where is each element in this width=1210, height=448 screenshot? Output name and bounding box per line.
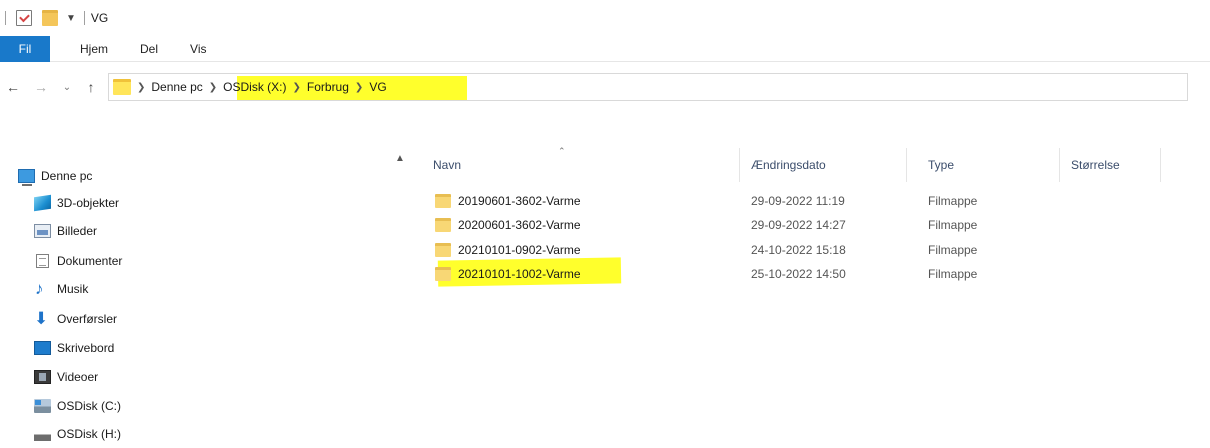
file-name: 20190601-3602-Varme <box>458 194 581 208</box>
file-type: Filmappe <box>928 218 978 232</box>
nav-item-osdisk-h[interactable]: OSDisk (H:) <box>34 422 121 446</box>
file-type: Filmappe <box>928 267 978 281</box>
nav-item-videos[interactable]: Videoer <box>34 365 98 389</box>
nav-item-documents[interactable]: Dokumenter <box>34 249 122 273</box>
column-header-type[interactable]: Type <box>920 148 1060 182</box>
folder-icon <box>435 218 451 232</box>
chevron-right-icon[interactable]: ❯ <box>137 82 145 93</box>
back-arrow-icon[interactable]: ← <box>2 79 24 95</box>
nav-item-label: OSDisk (C:) <box>57 399 121 413</box>
nav-item-label: Dokumenter <box>57 254 123 268</box>
folder-icon <box>435 194 451 208</box>
nav-item-label: Videoer <box>57 370 99 384</box>
chevron-right-icon[interactable]: ❯ <box>355 82 363 93</box>
title-bar: ▼ VG <box>0 0 1210 36</box>
tab-file[interactable]: Fil <box>0 35 50 62</box>
tab-share[interactable]: Del <box>124 36 174 62</box>
breadcrumb-osdisk-x[interactable]: OSDisk (X:) <box>223 80 286 94</box>
nav-item-desktop[interactable]: Skrivebord <box>34 336 114 360</box>
window-title: VG <box>90 11 109 25</box>
tab-home[interactable]: Hjem <box>64 36 124 62</box>
nav-item-label: Overførsler <box>57 312 117 326</box>
sort-chevron-up-icon: ⌃ <box>558 146 566 156</box>
music-icon <box>34 279 51 299</box>
tab-view[interactable]: Vis <box>174 36 222 62</box>
nav-item-pictures[interactable]: Billeder <box>34 219 97 243</box>
nav-item-osdisk-c[interactable]: OSDisk (C:) <box>34 394 121 418</box>
nav-item-label: OSDisk (H:) <box>57 427 121 441</box>
nav-item-label: Billeder <box>57 224 98 238</box>
chevron-right-icon[interactable]: ❯ <box>293 82 301 93</box>
column-header-size[interactable]: Størrelse <box>1063 148 1161 182</box>
title-separator <box>83 11 85 25</box>
column-header-date[interactable]: Ændringsdato <box>743 148 907 182</box>
breadcrumb-forbrug[interactable]: Forbrug <box>307 80 349 94</box>
breadcrumb-this-pc[interactable]: Denne pc <box>151 80 202 94</box>
nav-item-label: 3D-objekter <box>57 196 120 210</box>
3d-objects-icon <box>34 194 51 212</box>
address-bar[interactable]: ❯ Denne pc ❯ OSDisk (X:) ❯ Forbrug ❯ VG <box>108 73 1188 101</box>
table-row[interactable]: 20210101-1002-Varme 25-10-2022 14:50 Fil… <box>435 262 1210 286</box>
file-date: 24-10-2022 15:18 <box>751 243 846 257</box>
desktop-icon <box>34 341 51 355</box>
column-header-name[interactable]: Navn ⌃ <box>425 146 740 182</box>
folder-icon <box>435 243 451 257</box>
file-name: 20210101-1002-Varme <box>458 267 581 281</box>
properties-icon[interactable] <box>16 10 32 26</box>
file-type: Filmappe <box>928 243 978 257</box>
column-header-name-label: Navn <box>433 158 462 172</box>
pictures-icon <box>34 224 51 238</box>
navigation-pane: Denne pc 3D-objekter Billeder Dokumenter… <box>0 148 395 448</box>
recent-locations-chevron-icon[interactable]: ⌄ <box>56 82 78 93</box>
file-list: Navn ⌃ Ændringsdato Type Størrelse 20190… <box>410 146 1210 448</box>
file-name: 20200601-3602-Varme <box>458 218 581 232</box>
address-folder-icon <box>113 79 131 95</box>
folder-icon <box>435 267 451 281</box>
row-name-cell: 20210101-1002-Varme <box>435 267 768 281</box>
drive-h-icon <box>34 427 51 441</box>
drive-c-icon <box>34 399 51 413</box>
nav-item-label: Musik <box>57 282 89 296</box>
nav-item-this-pc[interactable]: Denne pc <box>18 164 92 188</box>
file-name: 20210101-0902-Varme <box>458 243 581 257</box>
chevron-up-icon[interactable]: ▲ <box>395 153 405 164</box>
computer-icon <box>18 169 35 186</box>
forward-arrow-icon[interactable]: → <box>30 79 52 95</box>
downloads-icon <box>34 309 51 329</box>
column-header-type-label: Type <box>928 158 955 172</box>
quick-access-separator <box>5 11 6 25</box>
file-type: Filmappe <box>928 194 978 208</box>
nav-item-3d-objects[interactable]: 3D-objekter <box>34 191 119 215</box>
chevron-right-icon[interactable]: ❯ <box>209 82 217 93</box>
table-row[interactable]: 20200601-3602-Varme 29-09-2022 14:27 Fil… <box>435 213 1210 237</box>
up-arrow-icon[interactable]: ↑ <box>80 79 102 95</box>
nav-item-downloads[interactable]: Overførsler <box>34 307 117 331</box>
new-folder-icon[interactable] <box>42 10 58 26</box>
videos-icon <box>34 370 51 384</box>
column-header-date-label: Ændringsdato <box>751 158 826 172</box>
nav-item-music[interactable]: Musik <box>34 277 88 301</box>
column-header-size-label: Størrelse <box>1071 158 1120 172</box>
file-date: 29-09-2022 14:27 <box>751 218 846 232</box>
nav-item-label: Skrivebord <box>57 341 115 355</box>
ribbon-tabs: Fil Hjem Del Vis <box>0 35 1210 62</box>
breadcrumb: ❯ Denne pc ❯ OSDisk (X:) ❯ Forbrug ❯ VG <box>109 79 387 95</box>
documents-icon <box>36 254 49 268</box>
breadcrumb-vg[interactable]: VG <box>369 80 386 94</box>
navigation-bar: ← → ⌄ ↑ ❯ Denne pc ❯ OSDisk (X:) ❯ Forbr… <box>0 70 1210 104</box>
file-date: 29-09-2022 11:19 <box>751 194 845 208</box>
nav-item-label: Denne pc <box>41 169 93 183</box>
customize-quick-access-icon[interactable]: ▼ <box>66 13 76 24</box>
table-row[interactable]: 20190601-3602-Varme 29-09-2022 11:19 Fil… <box>435 189 1210 213</box>
